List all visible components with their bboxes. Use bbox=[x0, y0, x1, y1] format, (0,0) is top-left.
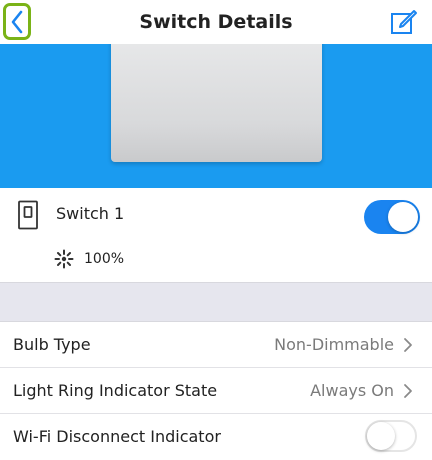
device-card: Switch 1 100% bbox=[0, 188, 432, 282]
page-title: Switch Details bbox=[139, 11, 293, 33]
switch-image bbox=[111, 44, 322, 162]
light-ring-value: Always On bbox=[310, 381, 394, 400]
wifi-disconnect-row: Wi-Fi Disconnect Indicator bbox=[0, 414, 432, 460]
edit-icon bbox=[391, 10, 417, 34]
switch-device-icon bbox=[18, 200, 38, 230]
light-ring-label: Light Ring Indicator State bbox=[13, 381, 218, 400]
brightness-icon bbox=[54, 249, 74, 269]
wifi-disconnect-toggle[interactable] bbox=[365, 420, 417, 452]
device-name: Switch 1 bbox=[56, 204, 125, 223]
brightness-value: 100% bbox=[84, 251, 125, 267]
wifi-disconnect-label: Wi-Fi Disconnect Indicator bbox=[13, 427, 221, 446]
power-toggle[interactable] bbox=[364, 200, 420, 234]
bulb-type-row[interactable]: Bulb Type Non-Dimmable bbox=[0, 322, 432, 368]
edit-button[interactable] bbox=[389, 7, 419, 37]
toggle-knob bbox=[367, 422, 395, 450]
light-ring-row[interactable]: Light Ring Indicator State Always On bbox=[0, 368, 432, 414]
section-divider bbox=[0, 282, 432, 322]
device-banner bbox=[0, 44, 432, 188]
toggle-knob bbox=[388, 202, 418, 232]
bulb-type-value: Non-Dimmable bbox=[274, 335, 394, 354]
chevron-right-icon bbox=[404, 384, 412, 398]
chevron-right-icon bbox=[404, 338, 412, 352]
header: Switch Details bbox=[0, 0, 432, 44]
bulb-type-label: Bulb Type bbox=[13, 335, 91, 354]
